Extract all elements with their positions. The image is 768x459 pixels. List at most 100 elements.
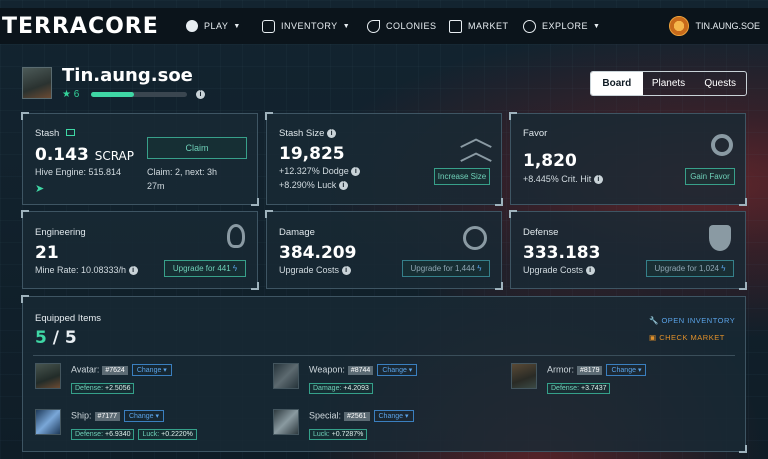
check-market-link[interactable]: ▣ CHECK MARKET: [649, 333, 725, 342]
defense-title: Defense: [523, 227, 559, 238]
username: TIN.AUNG.SOE: [695, 21, 760, 31]
info-icon[interactable]: i: [341, 266, 351, 276]
upgrade-engineering-button[interactable]: Upgrade for 441 ϟ: [164, 260, 246, 277]
tab-board[interactable]: Board: [591, 72, 643, 95]
defense-card: Defense 333.183 Upgrade Costs i Upgrade …: [509, 210, 747, 290]
change-button[interactable]: Change ▾: [123, 410, 164, 422]
shield-icon: [709, 225, 731, 251]
ship-item-image[interactable]: [35, 409, 61, 435]
special-item-image[interactable]: [273, 409, 299, 435]
equipped-item-special: Special: #2561 Change ▾ Luck: +0.7287%: [273, 409, 493, 441]
stat-key: Damage:: [313, 385, 342, 392]
lightning-icon: ϟ: [721, 264, 726, 273]
stat-key: Luck:: [313, 431, 330, 438]
nav-inventory[interactable]: INVENTORY ▼: [262, 8, 350, 44]
mine-rate-text: Mine Rate: 10.08333/h: [35, 265, 127, 275]
chevron-down-icon: ▼: [593, 22, 601, 30]
stash-size-value: 19,825: [279, 144, 345, 164]
armor-item-image[interactable]: [511, 363, 537, 389]
send-icon[interactable]: ➤: [35, 182, 44, 195]
nav-market-label: MARKET: [468, 21, 509, 31]
engineering-card: Engineering 21 Mine Rate: 10.08333/h i U…: [21, 210, 259, 290]
profile-name: Tin.aung.soe: [62, 65, 193, 86]
equipped-count-separator: /: [46, 328, 65, 348]
check-market-label: CHECK MARKET: [659, 333, 725, 342]
star-icon: ★: [62, 89, 71, 100]
item-id-badge: #8179: [577, 365, 603, 375]
stat-value: +0.7287%: [331, 431, 364, 438]
terracore-logo[interactable]: TERRACORE: [2, 14, 159, 39]
open-inventory-label: OPEN INVENTORY: [661, 316, 736, 325]
stat-key: Defense:: [551, 385, 580, 392]
item-slot: Avatar: #7624 Change ▾: [71, 364, 172, 376]
increase-size-button[interactable]: Increase Size: [434, 168, 490, 185]
change-button[interactable]: Change ▾: [606, 364, 647, 376]
stat-badge: Luck: +0.2220%: [138, 429, 197, 440]
hive-engine-balance: Hive Engine: 515.814: [35, 167, 122, 177]
user-menu[interactable]: TIN.AUNG.SOE: [669, 8, 760, 44]
stash-card: Stash 0.143 SCRAP Hive Engine: 515.814 ➤…: [21, 112, 259, 206]
mine-rate: Mine Rate: 10.08333/h i: [35, 265, 138, 276]
item-slot-label: Armor:: [547, 364, 574, 375]
equipped-count-current: 5: [35, 328, 47, 348]
defense-upgrade-costs: Upgrade Costs i: [523, 265, 595, 276]
equipped-count-total: 5: [64, 328, 77, 348]
crit-text: +8.445% Crit. Hit: [523, 174, 592, 184]
change-label: Change: [611, 367, 636, 374]
info-icon[interactable]: i: [196, 90, 205, 99]
stat-badge: Defense: +3.7437: [547, 383, 611, 394]
info-icon[interactable]: i: [338, 181, 348, 191]
upgrade-damage-button[interactable]: Upgrade for 1,444 ϟ: [402, 260, 490, 277]
item-slot-label: Special:: [309, 410, 342, 421]
stat-value: +2.5056: [104, 385, 131, 392]
item-slot-label: Avatar:: [71, 364, 100, 375]
item-slot-label: Weapon:: [309, 364, 345, 375]
info-icon[interactable]: i: [327, 128, 337, 138]
stat-key: Luck:: [142, 431, 160, 438]
nav-colonies-label: COLONIES: [386, 21, 437, 31]
backpack-icon: [262, 19, 275, 33]
claim-button[interactable]: Claim: [147, 137, 247, 159]
change-button[interactable]: Change ▾: [377, 364, 418, 376]
nav-market[interactable]: MARKET: [449, 8, 509, 44]
wrench-icon: 🔧: [649, 316, 659, 325]
stash-size-title-text: Stash Size: [279, 128, 325, 139]
upgrade-defense-label: Upgrade for 1,024: [654, 264, 720, 273]
equipped-items-card: Equipped Items 5 / 5 🔧 OPEN INVENTORY ▣ …: [21, 295, 747, 453]
stat-value: +0.2220%: [161, 431, 193, 438]
weapon-item-image[interactable]: [273, 363, 299, 389]
stash-unit: SCRAP: [94, 149, 134, 163]
info-icon[interactable]: i: [351, 167, 361, 177]
nav-explore[interactable]: EXPLORE ▼: [523, 8, 600, 44]
change-button[interactable]: Change ▾: [131, 364, 172, 376]
engineering-title: Engineering: [35, 227, 86, 238]
damage-upgrade-costs-text: Upgrade Costs: [279, 265, 340, 275]
open-inventory-link[interactable]: 🔧 OPEN INVENTORY: [649, 316, 735, 325]
defense-value: 333.183: [523, 243, 601, 263]
change-button[interactable]: Change ▾: [373, 410, 414, 422]
item-stats: Damage: +4.2093: [309, 377, 377, 395]
nav-colonies[interactable]: COLONIES: [367, 8, 437, 44]
tab-quests[interactable]: Quests: [694, 72, 746, 95]
item-stats: Defense: +2.5056: [71, 377, 138, 395]
upgrade-defense-button[interactable]: Upgrade for 1,024 ϟ: [646, 260, 734, 277]
gain-favor-button[interactable]: Gain Favor: [685, 168, 735, 185]
top-nav-bar: TERRACORE PLAY ▼ INVENTORY ▼ COLONIES MA…: [0, 8, 768, 44]
nav-play[interactable]: PLAY ▼: [186, 8, 241, 44]
item-slot: Weapon: #8744 Change ▾: [309, 364, 418, 376]
item-stats: Luck: +0.7287%: [309, 423, 371, 441]
info-icon[interactable]: i: [593, 175, 603, 185]
play-icon: [186, 20, 198, 32]
avatar-item-image[interactable]: [35, 363, 61, 389]
luck-stat: +8.290% Luck i: [279, 180, 348, 191]
change-label: Change: [378, 413, 404, 420]
dodge-text: +12.327% Dodge: [279, 166, 349, 176]
item-id-badge: #2561: [344, 411, 370, 421]
item-slot: Ship: #7177 Change ▾: [71, 410, 164, 422]
info-icon[interactable]: i: [128, 266, 138, 276]
tab-planets[interactable]: Planets: [643, 72, 695, 95]
favor-card: Favor 1,820 +8.445% Crit. Hit i Gain Fav…: [509, 112, 747, 206]
info-icon[interactable]: i: [585, 266, 595, 276]
equipped-item-avatar: Avatar: #7624 Change ▾ Defense: +2.5056: [35, 363, 255, 395]
dodge-stat: +12.327% Dodge i: [279, 166, 361, 177]
